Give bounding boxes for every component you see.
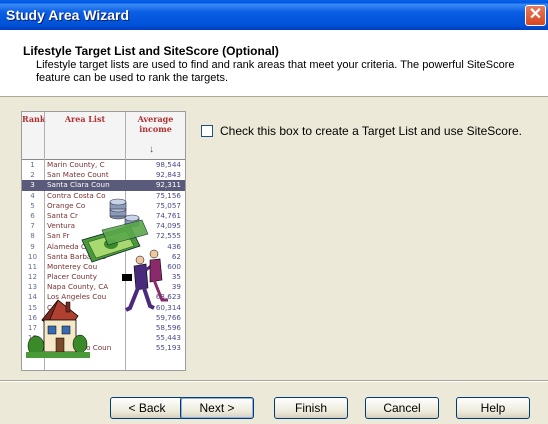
sitescore-checkbox-label[interactable]: Check this box to create a Target List a…	[220, 124, 522, 138]
sitescore-checkbox[interactable]	[201, 125, 213, 137]
house-icon	[26, 299, 90, 358]
window-title: Study Area Wizard	[6, 7, 130, 23]
wizard-header: Lifestyle Target List and SiteScore (Opt…	[0, 30, 548, 97]
clipart-illustration	[26, 198, 168, 358]
next-button[interactable]: Next >	[180, 397, 254, 419]
page-description: Lifestyle target lists are used to find …	[36, 59, 515, 84]
close-button[interactable]: ✕	[525, 5, 546, 26]
wizard-window: Study Area Wizard ✕ Lifestyle Target Lis…	[0, 0, 548, 424]
wizard-illustration: Rank Area List Average income ↓ 1 Marin C…	[21, 111, 186, 371]
cancel-button[interactable]: Cancel	[365, 397, 439, 419]
back-button[interactable]: < Back	[110, 397, 184, 419]
page-title: Lifestyle Target List and SiteScore (Opt…	[23, 44, 279, 58]
close-icon: ✕	[528, 6, 543, 23]
help-button[interactable]: Help	[456, 397, 530, 419]
businesspeople-icon	[122, 249, 168, 312]
footer-divider	[0, 380, 548, 382]
finish-button[interactable]: Finish	[274, 397, 348, 419]
money-icon	[81, 219, 149, 263]
title-bar[interactable]: Study Area Wizard ✕	[0, 0, 548, 30]
